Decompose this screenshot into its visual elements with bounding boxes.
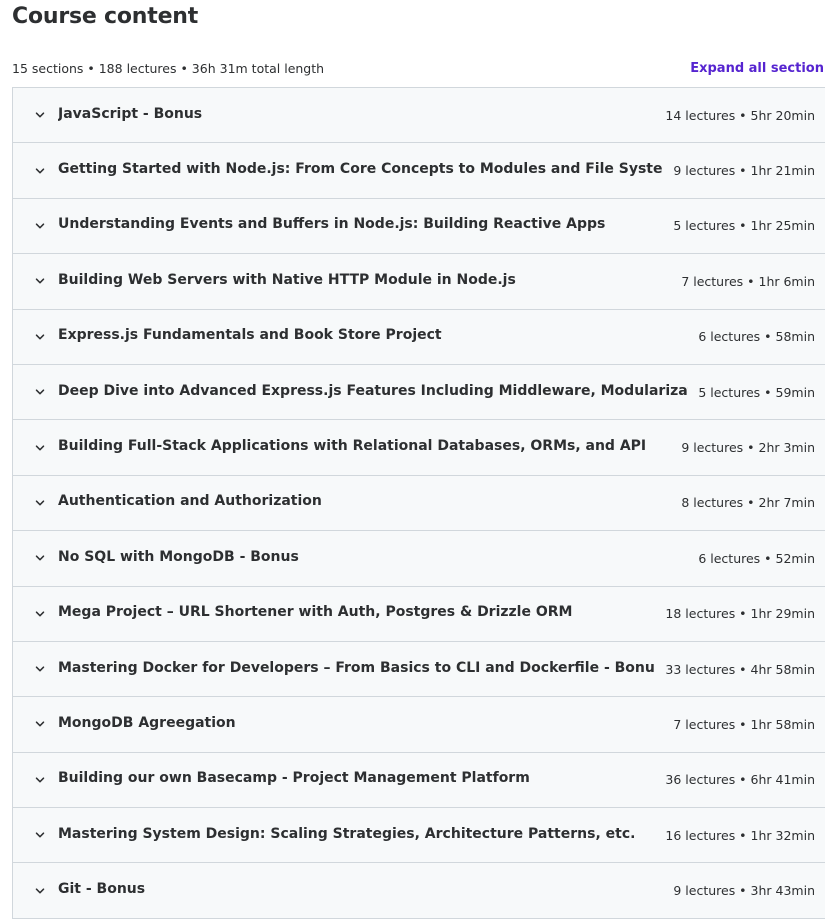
section-meta: 18 lectures • 1hr 29min bbox=[665, 606, 815, 622]
section-header[interactable]: Authentication and Authorization 8 lectur… bbox=[13, 475, 825, 532]
section-header[interactable]: Mega Project – URL Shortener with Auth, … bbox=[13, 586, 825, 642]
section-title: Building Web Servers with Native HTTP Mo… bbox=[58, 271, 516, 288]
section-title: Express.js Fundamentals and Book Store P… bbox=[58, 327, 442, 344]
section-header[interactable]: Building Web Servers with Native HTTP Mo… bbox=[13, 254, 825, 310]
section-meta: 5 lectures • 1hr 25min bbox=[673, 218, 815, 234]
section-header[interactable]: Express.js Fundamentals and Book Store P… bbox=[13, 309, 825, 365]
expand-all-button[interactable]: Expand all section bbox=[690, 61, 825, 76]
section-title: Building our own Basecamp - Project Mana… bbox=[58, 770, 530, 787]
section-meta: 5 lectures • 59min bbox=[698, 384, 815, 400]
chevron-down-icon bbox=[33, 164, 47, 178]
chevron-down-icon bbox=[33, 551, 47, 565]
section-meta: 33 lectures • 4hr 58min bbox=[665, 661, 815, 677]
chevron-down-icon bbox=[33, 108, 47, 122]
section-list: JavaScript - Bonus 14 lectures • 5hr 20mi… bbox=[12, 87, 825, 919]
section-title: Git - Bonus bbox=[58, 881, 146, 898]
section-meta: 36 lectures • 6hr 41min bbox=[665, 772, 815, 788]
section-meta: 6 lectures • 58min bbox=[698, 329, 815, 345]
section-header[interactable]: JavaScript - Bonus 14 lectures • 5hr 20mi… bbox=[13, 88, 825, 144]
section-title: Deep Dive into Advanced Express.js Featu… bbox=[58, 382, 689, 399]
section-title: MongoDB Agreegation bbox=[58, 714, 236, 731]
chevron-down-icon bbox=[33, 385, 47, 399]
section-title: Authentication and Authorization bbox=[58, 493, 322, 510]
chevron-down-icon bbox=[33, 884, 47, 898]
chevron-down-icon bbox=[33, 496, 47, 510]
section-header[interactable]: Deep Dive into Advanced Express.js Featu… bbox=[13, 364, 825, 421]
section-title: Mastering Docker for Developers – From B… bbox=[58, 659, 656, 676]
chevron-down-icon bbox=[33, 274, 47, 288]
section-meta: 8 lectures • 2hr 7min bbox=[681, 495, 815, 511]
section-title: Building Full-Stack Applications with Re… bbox=[58, 438, 647, 455]
chevron-down-icon bbox=[33, 773, 47, 787]
chevron-down-icon bbox=[33, 219, 47, 233]
chevron-down-icon bbox=[33, 828, 47, 842]
chevron-down-icon bbox=[33, 330, 47, 344]
section-meta: 9 lectures • 1hr 21min bbox=[673, 163, 815, 179]
section-meta: 9 lectures • 2hr 3min bbox=[681, 440, 815, 456]
section-title: Getting Started with Node.js: From Core … bbox=[58, 161, 664, 178]
section-header[interactable]: Git - Bonus 9 lectures • 3hr 43min bbox=[13, 863, 825, 919]
course-summary-bar: 15 sections • 188 lectures • 36h 31m tot… bbox=[12, 58, 825, 78]
section-header[interactable]: No SQL with MongoDB - Bonus 6 lectures • … bbox=[13, 531, 825, 587]
section-meta: 9 lectures • 3hr 43min bbox=[673, 883, 815, 899]
section-meta: 14 lectures • 5hr 20min bbox=[665, 107, 815, 123]
section-header[interactable]: Getting Started with Node.js: From Core … bbox=[13, 143, 825, 199]
section-header[interactable]: Building Full-Stack Applications with Re… bbox=[13, 420, 825, 476]
section-header[interactable]: Building our own Basecamp - Project Mana… bbox=[13, 752, 825, 809]
chevron-down-icon bbox=[33, 607, 47, 621]
section-header[interactable]: MongoDB Agreegation 7 lectures • 1hr 58mi… bbox=[13, 697, 825, 753]
section-title: No SQL with MongoDB - Bonus bbox=[58, 548, 299, 565]
section-title: Understanding Events and Buffers in Node… bbox=[58, 216, 606, 233]
chevron-down-icon bbox=[33, 662, 47, 676]
section-header[interactable]: Mastering System Design: Scaling Strateg… bbox=[13, 808, 825, 864]
section-title: Mega Project – URL Shortener with Auth, … bbox=[58, 604, 573, 621]
section-meta: 7 lectures • 1hr 58min bbox=[673, 716, 815, 732]
page-title: Course content bbox=[12, 4, 199, 29]
section-header[interactable]: Mastering Docker for Developers – From B… bbox=[13, 641, 825, 698]
section-title: Mastering System Design: Scaling Strateg… bbox=[58, 825, 636, 842]
section-meta: 16 lectures • 1hr 32min bbox=[665, 827, 815, 843]
section-meta: 7 lectures • 1hr 6min bbox=[681, 273, 815, 289]
course-summary: 15 sections • 188 lectures • 36h 31m tot… bbox=[12, 60, 325, 76]
section-meta: 6 lectures • 52min bbox=[698, 550, 815, 566]
section-title: JavaScript - Bonus bbox=[58, 105, 203, 122]
chevron-down-icon bbox=[33, 441, 47, 455]
section-header[interactable]: Understanding Events and Buffers in Node… bbox=[13, 198, 825, 255]
chevron-down-icon bbox=[33, 717, 47, 731]
